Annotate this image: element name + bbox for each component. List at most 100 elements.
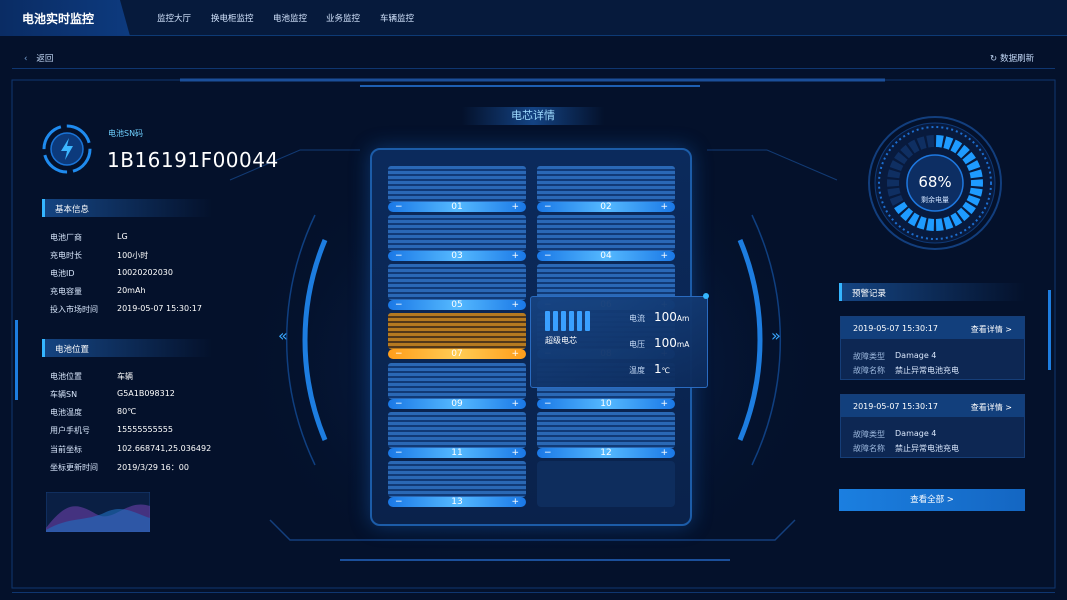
nav-item-monitor-hall[interactable]: 监控大厅 [157,12,191,24]
nav-item-swap-cabinet[interactable]: 换电柜监控 [211,12,254,24]
refresh-icon: ↻ [990,54,998,64]
cell-11[interactable]: −11 + [388,412,526,458]
cell-02[interactable]: −02 + [537,166,675,212]
battery-lightning-icon [42,124,92,174]
alert-name-key: 故障名称 [853,444,885,453]
refresh-button[interactable]: ↻ 数据刷新 [990,52,1034,64]
sub-toolbar [12,45,1055,69]
info-key: 电池厂商 [50,233,82,242]
alert-time: 2019-05-07 15:30:17 [853,324,938,333]
alert-name-value: 禁止异常电池充电 [895,444,959,453]
cell-03[interactable]: −03 + [388,215,526,261]
temp-value: 1℃ [654,362,670,376]
info-value: LG [117,232,128,241]
location-value: 车辆 [117,372,133,381]
location-title: 电池位置 [42,339,212,357]
cell-number: 07 [451,349,463,359]
cell-slot-empty [537,461,675,507]
alert-type-key: 故障类型 [853,430,885,439]
alert-header: 2019-05-07 15:30:17 查看详情 > [841,395,1024,417]
cell-detail-title: 电芯详情 [462,107,604,125]
location-value: 2019/3/29 16：00 [117,463,189,472]
alert-card: 2019-05-07 15:30:17 查看详情 > 故障类型 Damage 4… [840,394,1025,458]
info-key: 充电容量 [50,287,82,296]
alerts-title: 预警记录 [839,283,1025,301]
temp-unit: ℃ [661,366,671,375]
location-key: 电池位置 [50,372,82,381]
alert-name-value: 禁止异常电池充电 [895,366,959,375]
cell-number: 13 [451,497,463,507]
alert-type-value: Damage 4 [895,351,937,360]
cell-12[interactable]: −12 + [537,412,675,458]
nav-item-vehicle[interactable]: 车辆监控 [380,12,414,24]
info-value: 100小时 [117,251,149,260]
info-value: 10020202030 [117,268,173,277]
alert-detail-link[interactable]: 查看详情 > [971,402,1012,413]
cell-09[interactable]: −09 + [388,363,526,409]
remaining-charge-gauge: 68% 剩余电量 [868,116,1002,250]
chevron-left-icon: ‹ [24,54,28,64]
alert-type-key: 故障类型 [853,352,885,361]
popup-anchor-dot [703,293,709,299]
chevron-left-icon[interactable]: « [278,326,288,345]
temp-label: 温度 [629,366,645,375]
location-value: G5A1B098312 [117,389,175,398]
gauge-label: 剩余电量 [921,195,949,204]
voltage-value: 100mA [654,336,689,350]
cell-number: 12 [600,448,612,458]
alert-type-value: Damage 4 [895,429,937,438]
cell-01[interactable]: −01 + [388,166,526,212]
voltage-unit: mA [676,340,690,349]
alert-detail-link[interactable]: 查看详情 > [971,324,1012,335]
chevron-right-icon[interactable]: » [771,326,781,345]
cell-13[interactable]: −13 + [388,461,526,507]
info-key: 充电时长 [50,251,82,260]
gauge-value: 68% [918,173,951,191]
cell-number: 05 [451,300,463,310]
alert-header: 2019-05-07 15:30:17 查看详情 > [841,317,1024,339]
cell-04[interactable]: −04 + [537,215,675,261]
cell-number: 01 [451,202,463,212]
cell-05[interactable]: −05 + [388,264,526,310]
cell-number: 04 [600,251,612,261]
wave-decoration [46,492,150,532]
cell-number: 10 [600,399,612,409]
app-brand: 电池实时监控 [0,0,130,36]
nav-item-battery[interactable]: 电池监控 [273,12,307,24]
location-key: 当前坐标 [50,445,82,454]
location-key: 电池温度 [50,408,82,417]
voltage-number: 100 [654,336,677,350]
cell-number: 11 [451,448,463,458]
sn-label: 电池SN码 [108,129,144,138]
alert-time: 2019-05-07 15:30:17 [853,402,938,411]
cell-07-selected[interactable]: −07 + [388,313,526,359]
nav-item-business[interactable]: 业务监控 [326,12,360,24]
view-all-button[interactable]: 查看全部 > [839,489,1025,511]
info-key: 电池ID [50,269,75,278]
temp-number: 1 [654,362,662,376]
back-button[interactable]: ‹ 返回 [24,52,53,64]
location-key: 坐标更新时间 [50,463,98,472]
basic-info-title: 基本信息 [42,199,212,217]
cell-info-popup: 超级电芯 电流 100Am 电压 100mA 温度 1℃ [530,296,708,388]
top-nav-bar: 电池实时监控 监控大厅 换电柜监控 电池监控 业务监控 车辆监控 [0,0,1067,36]
gauge-segment [970,179,983,187]
current-value: 100Am [654,310,689,324]
current-label: 电流 [629,314,645,323]
location-key: 用户手机号 [50,426,90,435]
location-value: 102.668741,25.036492 [117,444,212,453]
refresh-label: 数据刷新 [1000,54,1035,64]
info-key: 投入市场时间 [50,305,98,314]
back-label: 返回 [36,54,54,64]
gauge-segment [887,179,900,187]
info-value: 2019-05-07 15:30:17 [117,304,202,313]
location-key: 车辆SN [50,390,78,399]
location-value: 15555555555 [117,425,173,434]
current-number: 100 [654,310,677,324]
sn-value: 1B16191F00044 [107,148,279,172]
alert-card: 2019-05-07 15:30:17 查看详情 > 故障类型 Damage 4… [840,316,1025,380]
battery-cells-icon [545,311,590,331]
cell-number: 03 [451,251,463,261]
voltage-label: 电压 [629,340,645,349]
cell-name: 超级电芯 [545,336,577,345]
